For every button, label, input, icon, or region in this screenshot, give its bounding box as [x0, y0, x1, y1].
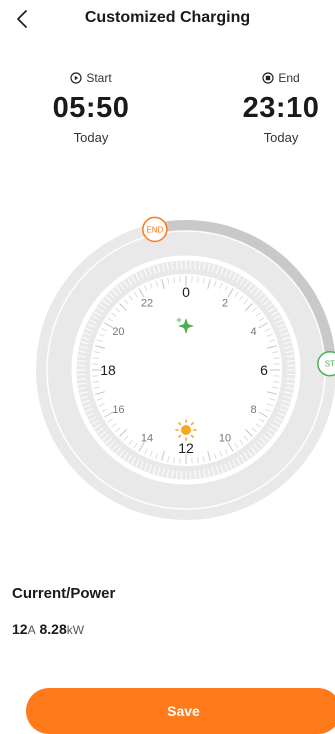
start-day: Today [73, 130, 109, 145]
end-marker[interactable]: END [142, 216, 168, 243]
start-time: 05:50 [52, 92, 130, 124]
power-value: 8.28 [39, 621, 67, 637]
power-unit: kW [66, 623, 85, 637]
outer-tick [194, 261, 196, 270]
charging-dial[interactable]: 0 2 4 6 8 10 12 14 16 18 20 22 END ST [0, 210, 335, 530]
hour-label: 4 [250, 326, 256, 338]
outer-tick [176, 470, 178, 479]
stop-circle-icon [262, 72, 274, 84]
outer-tick [77, 378, 86, 380]
outer-tick [176, 261, 178, 270]
outer-tick [194, 470, 196, 479]
start-marker-label: ST [325, 360, 335, 369]
end-label: End [278, 71, 300, 85]
header: Customized Charging [0, 0, 335, 40]
end-marker-label: END [146, 225, 163, 234]
hour-label: 18 [100, 362, 116, 378]
current-unit: A [27, 623, 36, 637]
current-power-title: Current/Power [12, 585, 116, 602]
page-title: Customized Charging [84, 9, 251, 26]
hour-label: 6 [260, 362, 268, 378]
current-power-value: 12A 8.28kW [12, 621, 84, 637]
end-time-block[interactable]: End 23:10 Today [226, 70, 335, 145]
hour-label: 2 [222, 297, 228, 309]
end-day: Today [263, 130, 299, 145]
hour-label: 10 [219, 433, 231, 445]
start-time-block[interactable]: Start 05:50 Today [36, 70, 146, 145]
hour-label: 16 [112, 404, 124, 416]
play-circle-icon [70, 72, 82, 84]
hour-label: 12 [178, 440, 194, 456]
outer-tick [77, 360, 86, 362]
outer-tick [286, 360, 295, 362]
outer-tick [286, 378, 295, 380]
hour-label: 8 [250, 404, 256, 416]
hour-label: 0 [182, 284, 190, 300]
hour-label: 20 [112, 326, 124, 338]
start-marker[interactable]: ST [317, 350, 335, 377]
save-button[interactable]: Save [26, 688, 335, 734]
end-time: 23:10 [242, 92, 320, 124]
hour-label: 14 [141, 433, 153, 445]
current-value: 12 [12, 621, 28, 637]
start-label: Start [86, 71, 112, 85]
hour-label: 22 [141, 297, 153, 309]
